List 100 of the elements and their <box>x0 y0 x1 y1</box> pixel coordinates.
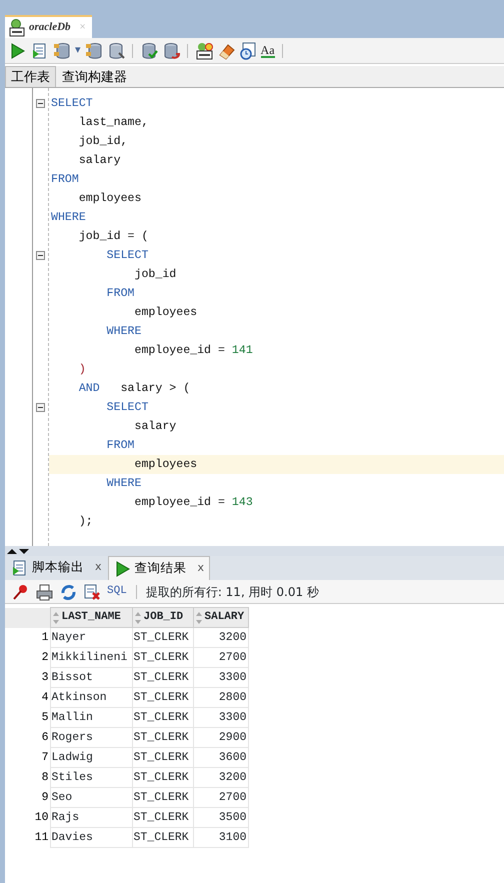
tab-label: 查询结果 <box>134 559 187 578</box>
table-cell: ST_CLERK <box>132 648 193 668</box>
row-number: 7 <box>5 748 50 768</box>
table-cell: Rajs <box>50 808 132 828</box>
code-line: last_name, <box>78 115 150 131</box>
code-line: salary <box>133 419 178 435</box>
row-number: 8 <box>5 768 50 788</box>
header-label: LAST_NAME <box>62 610 121 626</box>
code-line: ) <box>78 362 87 378</box>
table-cell: ST_CLERK <box>132 768 193 788</box>
code-line: FROM <box>50 172 80 188</box>
print-icon[interactable] <box>35 582 53 600</box>
table-cell: Seo <box>50 788 132 808</box>
table-cell: Rogers <box>50 728 132 748</box>
table-cell: 2700 <box>193 648 248 668</box>
table-cell: ST_CLERK <box>132 788 193 808</box>
row-number: 9 <box>5 788 50 808</box>
code-line: WHERE <box>50 210 87 226</box>
table-cell: 2900 <box>193 728 248 748</box>
table-cell: ST_CLERK <box>132 628 193 648</box>
table-cell: 2800 <box>193 688 248 708</box>
table-cell: Mallin <box>50 708 132 728</box>
collapse-arrows-icon[interactable] <box>7 548 29 554</box>
fold-icon[interactable] <box>36 99 45 108</box>
code-line: FROM <box>106 438 136 454</box>
database-undo-icon[interactable] <box>162 42 180 60</box>
row-number: 3 <box>5 668 50 688</box>
row-number: 11 <box>5 828 50 848</box>
table-cell: Ladwig <box>50 748 132 768</box>
row-number: 5 <box>5 708 50 728</box>
fold-icon[interactable] <box>36 251 45 260</box>
header-label: SALARY <box>204 610 244 626</box>
table-cell: Davies <box>50 828 132 848</box>
row-number: 6 <box>5 728 50 748</box>
row-number: 10 <box>5 808 50 828</box>
code-line: job_id <box>133 267 178 283</box>
code-line: WHERE <box>106 324 142 340</box>
pin-icon[interactable] <box>11 582 29 600</box>
header-label: JOB_ID <box>144 610 184 626</box>
code-line: SELECT <box>106 400 150 416</box>
caret-icon[interactable]: ▾ <box>75 42 81 59</box>
output-tab[interactable]: 脚本输出 x <box>5 555 108 580</box>
database-icon[interactable] <box>84 42 103 60</box>
output-tab[interactable]: 查询结果 x <box>108 556 210 580</box>
code-line: ); <box>78 514 94 530</box>
eraser-icon[interactable] <box>216 42 235 60</box>
sql-icon[interactable] <box>194 42 213 60</box>
table-cell: ST_CLERK <box>132 828 193 848</box>
delete-document-icon[interactable] <box>83 582 101 600</box>
table-cell: ST_CLERK <box>132 748 193 768</box>
document-clock-icon[interactable] <box>238 42 257 60</box>
code-line: SELECT <box>106 248 150 264</box>
editor-tab[interactable]: 工作表 <box>5 66 56 87</box>
code-line: job_id = ( <box>78 229 150 245</box>
code-line: employee_id = 143 <box>133 495 254 511</box>
table-cell: Bissot <box>50 668 132 688</box>
table-cell: Mikkilineni <box>50 648 132 668</box>
run-icon <box>114 560 132 578</box>
table-cell: ST_CLERK <box>132 668 193 688</box>
fold-icon[interactable] <box>36 403 45 412</box>
document-tab[interactable]: oracleDb × <box>5 15 92 38</box>
code-line: employees <box>78 191 142 207</box>
code-line: salary <box>78 153 122 169</box>
table-cell: Nayer <box>50 628 132 648</box>
database-icon[interactable] <box>53 42 71 60</box>
editor-tab[interactable]: 查询构建器 <box>56 66 133 87</box>
code-line: AND salary > ( <box>78 381 192 397</box>
code-line: FROM <box>106 286 136 302</box>
row-number: 2 <box>5 648 50 668</box>
table-cell: 3500 <box>193 808 248 828</box>
table-cell: Stiles <box>50 768 132 788</box>
table-cell: ST_CLERK <box>132 708 193 728</box>
code-line: WHERE <box>106 476 142 492</box>
row-number: 4 <box>5 688 50 708</box>
tab-title: oracleDb <box>29 20 71 36</box>
close-icon[interactable]: x <box>95 559 102 576</box>
table-cell: 3300 <box>193 668 248 688</box>
table-cell: 3100 <box>193 828 248 848</box>
tab-label: 脚本输出 <box>32 558 84 576</box>
status-text: 提取的所有行: 11, 用时 0.01 秒 <box>146 584 319 600</box>
sql-link[interactable]: SQL <box>107 583 127 600</box>
table-cell: ST_CLERK <box>132 728 193 748</box>
code-line: employee_id = 141 <box>133 343 254 359</box>
table-cell: ST_CLERK <box>132 688 193 708</box>
code-line: SELECT <box>50 96 94 112</box>
table-cell: 2700 <box>193 788 248 808</box>
database-wrench-icon[interactable] <box>106 42 125 60</box>
table-cell: 3600 <box>193 748 248 768</box>
table-cell: Atkinson <box>50 688 132 708</box>
table-cell: 3200 <box>193 628 248 648</box>
refresh-icon[interactable] <box>59 582 77 600</box>
table-cell: 3300 <box>193 708 248 728</box>
table-cell: 3200 <box>193 768 248 788</box>
database-check-icon[interactable] <box>140 42 158 60</box>
code-line: employees <box>133 305 198 321</box>
row-number: 1 <box>5 628 50 648</box>
run-icon[interactable] <box>9 42 27 60</box>
close-icon[interactable]: x <box>198 560 204 577</box>
code-line: job_id, <box>78 134 129 150</box>
table-cell: ST_CLERK <box>132 808 193 828</box>
